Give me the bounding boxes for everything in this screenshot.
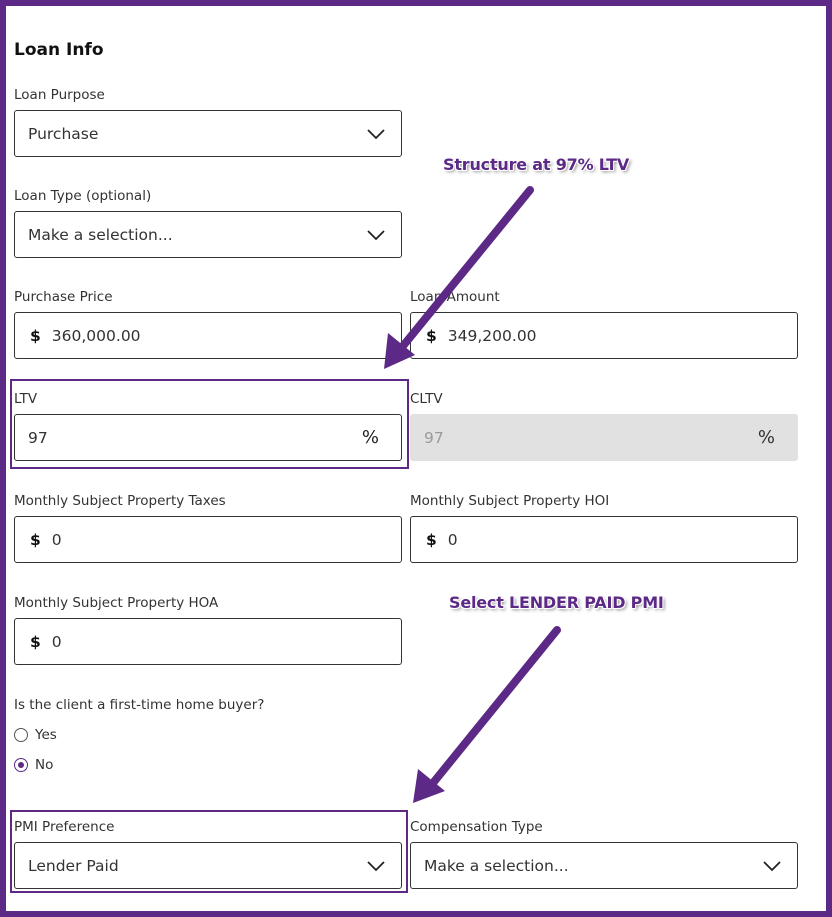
arrow-icon	[384, 186, 534, 369]
annotation-arrows	[384, 186, 561, 803]
pmi-annotation-note: Select LENDER PAID PMI	[449, 593, 664, 612]
arrow-icon	[413, 626, 561, 803]
ltv-annotation-note: Structure at 97% LTV	[443, 155, 630, 174]
